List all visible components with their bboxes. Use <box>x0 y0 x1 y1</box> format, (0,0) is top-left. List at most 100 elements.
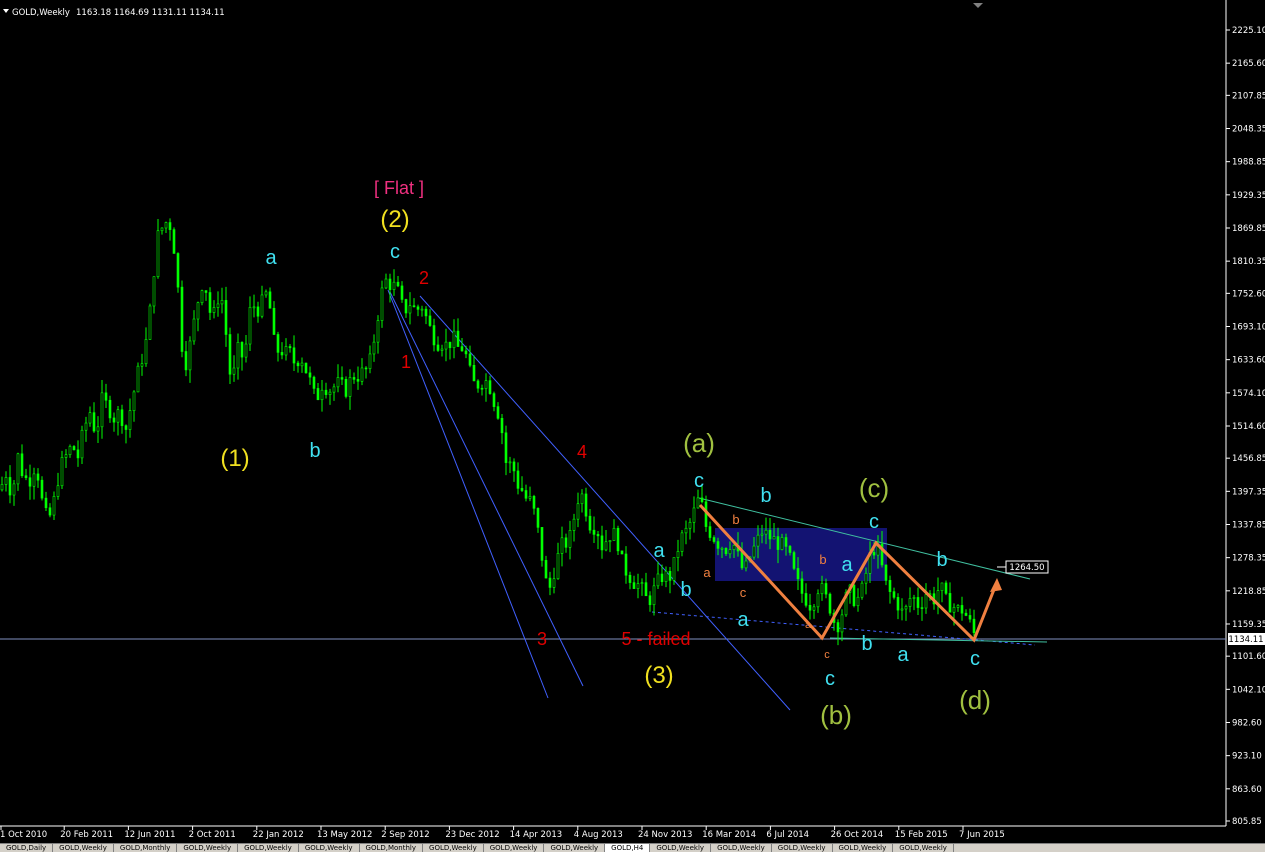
x-tick-label: 23 Dec 2012 <box>445 830 499 840</box>
candle-body <box>660 573 664 582</box>
candle-body <box>760 533 764 536</box>
candle-body <box>252 306 256 309</box>
candle-body <box>368 353 372 369</box>
y-tick-label: 1337.85 <box>1232 520 1265 530</box>
candle <box>860 580 864 600</box>
candle-body <box>372 341 376 355</box>
candle-body <box>496 406 500 419</box>
candle-body <box>516 470 520 489</box>
chart-canvas[interactable]: 2225.10 2165.60 2107.85 2048.35 1988.85 1929.… <box>0 0 1265 843</box>
candle-body <box>200 290 204 304</box>
candle-body <box>508 461 512 464</box>
candle-body <box>460 346 464 352</box>
y-tick-label: 1752.60 <box>1232 289 1265 299</box>
candle-body <box>756 534 760 547</box>
y-tick-label: 1101.60 <box>1232 652 1265 662</box>
symbol-title: GOLD,Weekly <box>12 8 70 18</box>
x-tick-label: 1 Oct 2010 <box>0 830 47 840</box>
candle-body <box>0 484 4 491</box>
candle-body <box>596 534 600 537</box>
candle-body <box>32 473 36 487</box>
candle-body <box>176 253 180 288</box>
candle-body <box>804 593 808 606</box>
candle-body <box>396 281 400 287</box>
label-orange-c1: c <box>740 585 747 600</box>
candle-body <box>752 545 756 558</box>
y-tick-label: 863.60 <box>1232 785 1262 795</box>
candle-body <box>612 527 616 541</box>
candle-body <box>860 582 864 598</box>
candle-body <box>532 496 536 509</box>
candle-body <box>444 341 448 350</box>
candle-body <box>960 605 964 614</box>
candle-body <box>392 281 396 290</box>
candle-body <box>36 473 40 481</box>
candle-body <box>432 325 436 346</box>
candle-body <box>248 307 252 345</box>
candle-body <box>576 503 580 520</box>
candle-body <box>440 348 444 351</box>
candle-body <box>184 351 188 371</box>
candle-body <box>632 582 636 589</box>
label-c-a: c <box>694 470 704 492</box>
candle-body <box>452 330 456 349</box>
candle-body <box>604 541 608 551</box>
candle-body <box>712 537 716 542</box>
candle-body <box>48 507 52 516</box>
candle-body <box>468 353 472 366</box>
label-wave-a: (a) <box>683 428 715 458</box>
candle-body <box>896 597 900 611</box>
x-tick-label: 2 Oct 2011 <box>189 830 236 840</box>
label-b-top: b <box>760 485 771 507</box>
candle-body <box>376 320 380 343</box>
label-c-c: c <box>869 511 879 533</box>
candle-body <box>668 570 672 581</box>
candle-body <box>316 388 320 401</box>
candle-body <box>272 307 276 335</box>
candle-body <box>336 377 340 388</box>
candle-body <box>608 540 612 543</box>
candle-body <box>464 350 468 355</box>
candle-body <box>864 572 868 584</box>
candle-body <box>124 425 128 430</box>
candle-body <box>744 560 748 569</box>
candle-body <box>524 490 528 499</box>
candle <box>172 227 176 254</box>
candle <box>792 550 796 571</box>
candle <box>828 592 832 616</box>
candle-body <box>972 618 976 633</box>
candle-body <box>196 302 200 320</box>
x-tick-label: 22 Jan 2012 <box>253 830 304 840</box>
current-price-text: 1134.11 <box>1228 635 1263 645</box>
candle-body <box>796 568 800 580</box>
x-tick-label: 15 Feb 2015 <box>895 830 948 840</box>
candle-body <box>268 291 272 309</box>
candle-body <box>944 582 948 594</box>
candle-body <box>648 595 652 606</box>
y-tick-label: 1397.35 <box>1232 487 1265 497</box>
candle-body <box>212 307 216 313</box>
candle-body <box>288 346 292 349</box>
candle-body <box>204 290 208 293</box>
candle-body <box>908 598 912 607</box>
label-a-low2: a <box>897 644 909 666</box>
candle-body <box>888 580 892 592</box>
candle-body <box>192 318 196 342</box>
y-tick-label: 2048.35 <box>1232 125 1265 135</box>
y-tick-label: 1278.35 <box>1232 554 1265 564</box>
candle-body <box>180 286 184 352</box>
candle-body <box>348 377 352 397</box>
candle-body <box>776 536 780 550</box>
x-tick-label: 26 Oct 2014 <box>831 830 884 840</box>
candle-body <box>828 593 832 614</box>
candle-body <box>116 409 120 423</box>
candle-body <box>716 541 720 549</box>
candle-body <box>728 549 732 555</box>
candle <box>616 525 620 555</box>
candle-body <box>964 612 968 616</box>
candle-body <box>324 389 328 395</box>
candle-body <box>304 362 308 374</box>
candle-body <box>856 596 860 607</box>
candle-body <box>108 399 112 419</box>
candle-body <box>428 315 432 326</box>
